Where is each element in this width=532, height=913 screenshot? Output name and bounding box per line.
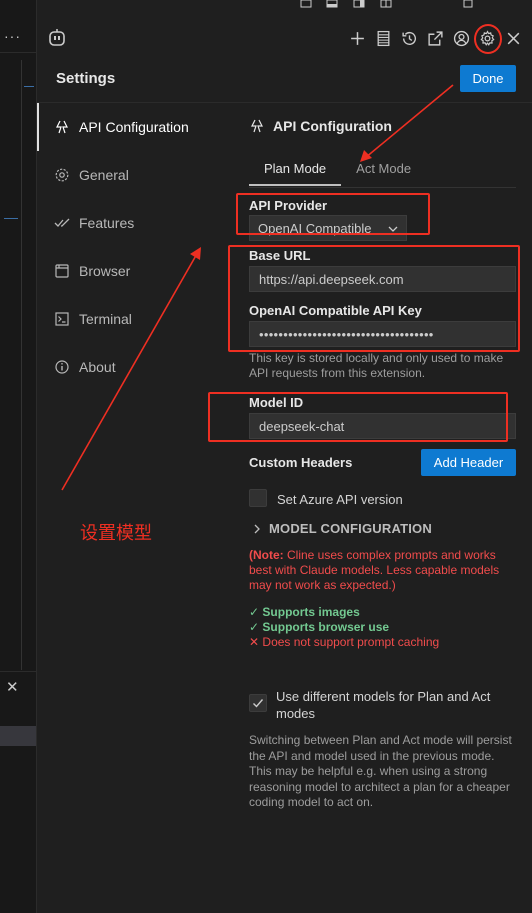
note-text: Cline uses complex prompts and works bes… — [249, 548, 500, 592]
annotation-box-model-id — [208, 392, 508, 442]
check-icon: ✓ — [249, 620, 260, 634]
annotation-circle-gear — [474, 24, 502, 54]
chat-header — [37, 20, 532, 58]
minimap-mark — [4, 218, 18, 219]
azure-api-version-label: Set Azure API version — [277, 492, 403, 507]
use-different-models-checkbox[interactable] — [249, 694, 267, 712]
use-different-models-description: Switching between Plan and Act mode will… — [249, 733, 512, 809]
model-note: (Note: Cline uses complex prompts and wo… — [249, 548, 519, 593]
sidebar-item-about[interactable]: About — [37, 343, 225, 391]
divider — [249, 187, 516, 188]
mode-tabs: Plan Mode Act Mode — [249, 152, 426, 186]
model-configuration-label: MODEL CONFIGURATION — [269, 521, 432, 536]
sidebar-item-terminal[interactable]: Terminal — [37, 295, 225, 343]
editor-pane — [0, 60, 22, 670]
api-icon — [53, 118, 71, 136]
layout-icon[interactable] — [380, 0, 392, 12]
sidebar-item-label: About — [79, 359, 116, 375]
close-icon[interactable]: ✕ — [6, 678, 19, 696]
api-icon — [251, 119, 263, 133]
custom-headers-label: Custom Headers — [249, 455, 353, 470]
annotation-box-provider — [236, 193, 430, 235]
check-icon: ✓ — [249, 605, 260, 619]
sidebar-item-label: Terminal — [79, 311, 132, 327]
account-icon[interactable] — [452, 28, 470, 48]
use-different-models-label: Use different models for Plan and Act mo… — [276, 689, 491, 721]
sidebar-item-label: General — [79, 167, 129, 183]
azure-api-version-checkbox[interactable] — [249, 489, 267, 507]
check-icon — [53, 214, 71, 232]
history-icon[interactable] — [400, 28, 418, 48]
sidebar-item-label: API Configuration — [79, 119, 189, 135]
page-title: Settings — [56, 70, 116, 87]
server-icon[interactable] — [374, 28, 392, 48]
annotation-box-url-key — [228, 245, 520, 352]
feature-supports-browser: ✓ Supports browser use — [249, 620, 389, 635]
window-layout-icon[interactable] — [300, 0, 312, 12]
sidebar-item-features[interactable]: Features — [37, 199, 225, 247]
panel-bottom-icon[interactable] — [326, 0, 338, 12]
browser-icon — [53, 262, 71, 280]
restore-window-icon[interactable] — [463, 0, 475, 12]
editor-strip: ··· ✕ — [0, 0, 37, 913]
gear-icon — [53, 166, 71, 184]
selected-list-item[interactable] — [0, 726, 36, 746]
feature-supports-images: ✓ Supports images — [249, 605, 360, 620]
feature-label: Supports browser use — [262, 620, 390, 634]
annotation-label: 设置模型 — [80, 523, 152, 544]
robot-icon — [47, 28, 67, 48]
chevron-right-icon — [254, 524, 260, 533]
sidebar-item-general[interactable]: General — [37, 151, 225, 199]
tab-act-mode[interactable]: Act Mode — [341, 152, 426, 186]
plus-icon[interactable] — [348, 28, 366, 48]
feature-label: Supports images — [262, 605, 360, 619]
sidebar-item-browser[interactable]: Browser — [37, 247, 225, 295]
api-key-help-text: This key is stored locally and only used… — [249, 351, 504, 380]
divider — [0, 52, 37, 53]
note-prefix: (Note: — [249, 548, 284, 562]
panel-right-icon[interactable] — [353, 0, 365, 12]
feature-label: Does not support prompt caching — [262, 635, 440, 649]
close-icon[interactable] — [504, 28, 522, 48]
minimap-mark — [24, 86, 34, 87]
cross-icon: ✕ — [249, 635, 260, 649]
add-header-button[interactable]: Add Header — [421, 449, 516, 476]
tab-plan-mode[interactable]: Plan Mode — [249, 152, 342, 186]
terminal-icon — [53, 310, 71, 328]
sidebar-item-label: Browser — [79, 263, 131, 279]
info-icon — [53, 358, 71, 376]
checkmark-icon — [253, 699, 264, 708]
section-title: API Configuration — [249, 118, 392, 134]
section-title-label: API Configuration — [273, 118, 392, 134]
divider — [0, 671, 37, 672]
sidebar-item-label: Features — [79, 215, 135, 231]
model-configuration-toggle[interactable]: MODEL CONFIGURATION — [253, 521, 432, 536]
sidebar-item-api-configuration[interactable]: API Configuration — [37, 103, 225, 151]
feature-no-prompt-caching: ✕ Does not support prompt caching — [249, 635, 439, 650]
done-button[interactable]: Done — [460, 65, 516, 92]
popout-icon[interactable] — [426, 28, 444, 48]
more-icon[interactable]: ··· — [4, 28, 21, 44]
settings-sidebar: API Configuration General Features Brows… — [37, 103, 225, 391]
